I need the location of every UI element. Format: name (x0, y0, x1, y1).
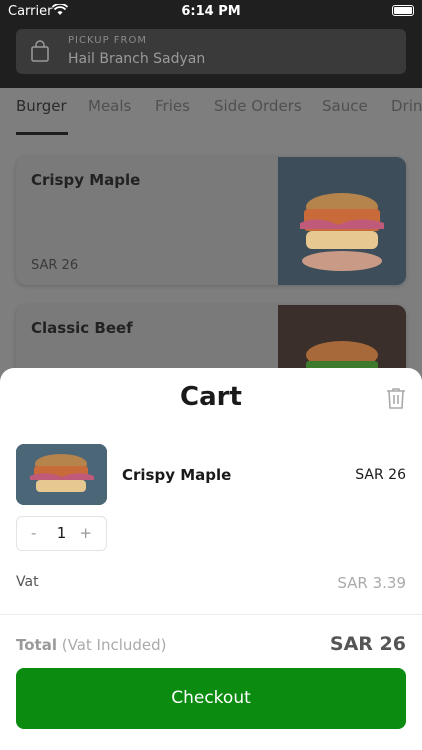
tab-fries[interactable]: Fries (155, 97, 190, 115)
shopping-bag-icon (31, 40, 49, 62)
cart-item-name: Crispy Maple (122, 466, 232, 484)
product-price: SAR 26 (31, 258, 79, 273)
product-card[interactable]: Crispy Maple SAR 26 (16, 157, 406, 285)
cart-item-image (16, 444, 107, 505)
product-image (278, 157, 406, 285)
tab-meals[interactable]: Meals (88, 97, 131, 115)
vat-label: Vat (16, 574, 39, 590)
pickup-branch: Hail Branch Sadyan (68, 51, 206, 67)
tab-drinks[interactable]: Drinks (391, 97, 422, 115)
checkout-button[interactable]: Checkout (16, 668, 406, 729)
total-label: Total (Vat Included) (16, 636, 167, 654)
tab-side-orders[interactable]: Side Orders (214, 97, 302, 115)
cart-item-price: SAR 26 (355, 467, 406, 483)
active-tab-indicator (16, 132, 68, 135)
pickup-label: PICKUP FROM (68, 35, 147, 46)
tab-burger[interactable]: Burger (16, 97, 67, 115)
total-label-text: Total (16, 636, 57, 654)
vat-value: SAR 3.39 (337, 574, 406, 592)
tab-sauce[interactable]: Sauce (322, 97, 368, 115)
product-name: Classic Beef (31, 319, 133, 337)
total-note: (Vat Included) (61, 636, 167, 654)
pickup-selector[interactable]: PICKUP FROM Hail Branch Sadyan (16, 29, 406, 74)
clock: 6:14 PM (181, 4, 241, 19)
increment-button[interactable]: + (79, 524, 92, 542)
product-name: Crispy Maple (31, 171, 141, 189)
app-header: Carrier 6:14 PM PICKUP FROM Hail Branch … (0, 0, 422, 88)
cart-title: Cart (180, 382, 242, 412)
battery-icon (392, 5, 414, 16)
trash-icon[interactable] (386, 387, 406, 413)
cart-sheet: Cart Crispy Maple SAR 26 - 1 + Vat SAR 3… (0, 368, 422, 750)
total-value: SAR 26 (329, 633, 406, 655)
category-tabs: Burger Meals Fries Side Orders Sauce Dri… (0, 88, 422, 138)
status-bar: Carrier 6:14 PM (0, 0, 422, 24)
quantity-stepper: - 1 + (16, 516, 107, 551)
divider (0, 614, 422, 615)
quantity-value: 1 (56, 524, 67, 542)
